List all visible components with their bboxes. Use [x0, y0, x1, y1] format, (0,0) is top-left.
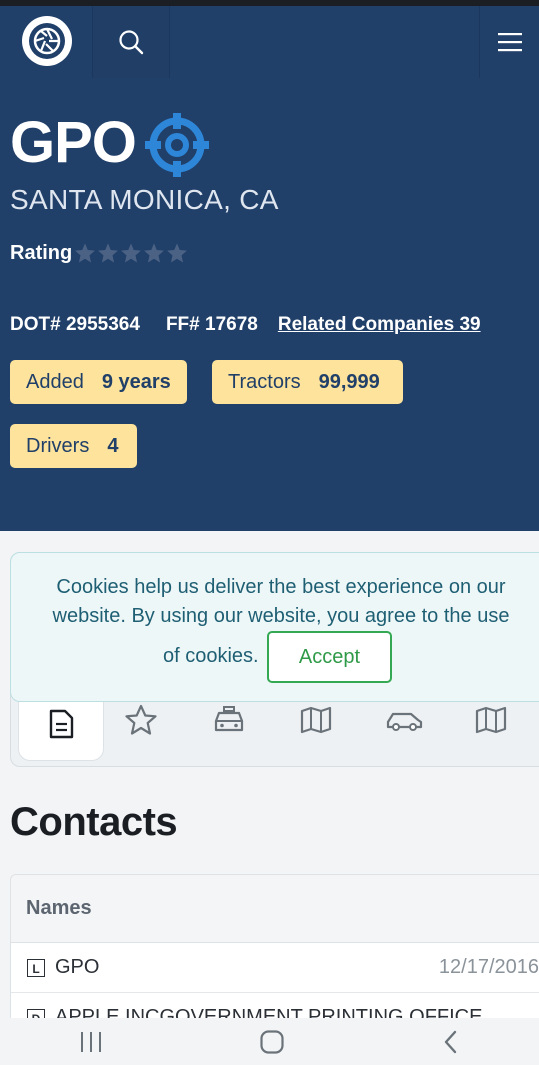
logo-button[interactable]	[22, 16, 72, 66]
dot-number: DOT# 2955364	[10, 314, 140, 335]
rating-star-icon	[75, 243, 95, 263]
rating-stars	[74, 242, 188, 264]
taxi-icon	[214, 706, 244, 732]
related-companies-link[interactable]: Related Companies 39	[278, 314, 481, 336]
menu-button[interactable]	[479, 6, 539, 78]
contacts-heading: Contacts	[10, 800, 178, 844]
map-icon	[300, 706, 332, 734]
company-header: GPO SANTA MONICA, CA Rating DOT# 2955364…	[0, 6, 539, 531]
search-icon	[119, 30, 144, 55]
hamburger-menu-icon	[497, 33, 522, 52]
star-icon	[125, 704, 157, 735]
map-icon	[475, 706, 507, 734]
rating-star-icon	[167, 243, 187, 263]
tractors-chip: Tractors 99,999	[212, 360, 403, 404]
rating-star-icon	[98, 243, 118, 263]
ff-number: FF# 17678	[165, 314, 258, 335]
contact-date: 12/17/2016	[438, 956, 539, 978]
company-location: SANTA MONICA, CA	[10, 184, 279, 215]
target-icon	[145, 113, 209, 177]
recent-apps-icon[interactable]	[78, 1030, 104, 1054]
top-navigation	[0, 6, 539, 78]
home-icon[interactable]	[259, 1029, 285, 1055]
cookie-text-suffix: of cookies.	[163, 645, 259, 667]
names-column-header: Names	[11, 875, 539, 943]
contact-name: GPO	[55, 956, 100, 978]
contact-type-badge: L	[27, 958, 45, 977]
accept-cookies-button[interactable]: Accept	[267, 631, 392, 683]
added-chip: Added 9 years	[10, 360, 187, 404]
back-icon[interactable]	[441, 1029, 461, 1055]
rating-label: Rating	[10, 242, 73, 264]
drivers-chip: Drivers 4	[10, 424, 137, 468]
company-ids: DOT# 2955364 FF# 17678 Related Companies…	[10, 314, 481, 336]
cookie-banner: Cookies help us deliver the best experie…	[10, 552, 539, 702]
search-button[interactable]	[92, 6, 170, 78]
rating-star-icon	[144, 243, 164, 263]
table-row[interactable]: L GPO 12/17/2016	[11, 943, 539, 993]
system-navigation-bar	[0, 1018, 539, 1065]
car-icon	[386, 712, 423, 731]
document-icon	[49, 709, 74, 739]
rating-star-icon	[121, 243, 141, 263]
camera-shutter-icon	[29, 23, 65, 59]
cookie-text: Cookies help us deliver the best experie…	[52, 576, 510, 627]
contacts-table: Names L GPO 12/17/2016 D APPLE INCGOVERN…	[10, 874, 539, 1024]
company-name: GPO	[10, 110, 137, 175]
